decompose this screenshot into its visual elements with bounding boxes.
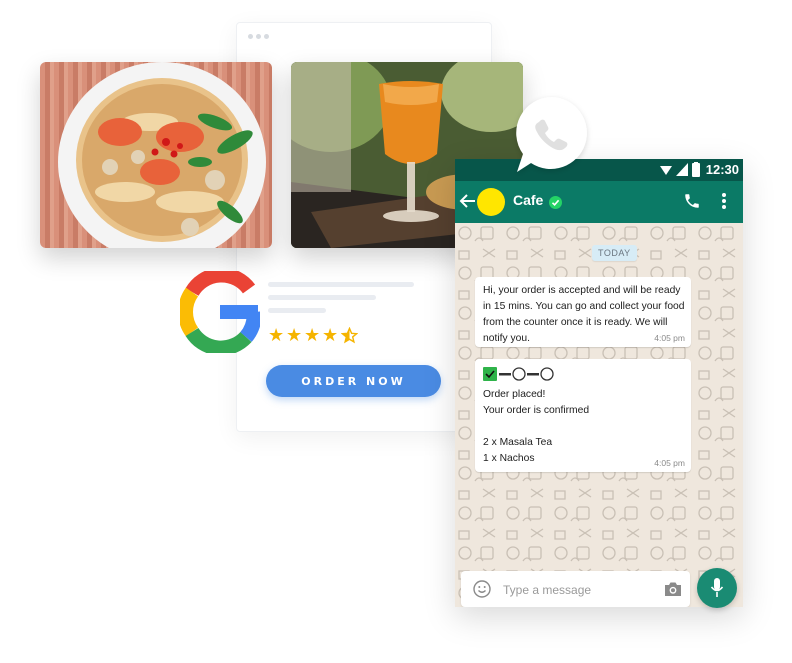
message-time: 4:05 pm [654,458,685,468]
whatsapp-phone-icon [516,97,587,172]
star-icon: ★ [268,325,285,345]
camera-icon[interactable] [664,581,682,597]
window-dot [248,34,253,39]
half-star-icon [341,327,358,344]
battery-icon [692,162,700,177]
order-progress-tracker [483,367,554,381]
emoji-icon[interactable] [473,580,491,598]
chat-header: Cafe [455,181,743,223]
mic-button[interactable] [697,568,737,608]
status-bar: 12:30 [455,159,743,181]
mic-icon [710,578,724,597]
order-now-button[interactable]: ORDER NOW [266,365,441,397]
verified-icon [549,196,562,209]
message-time: 4:05 pm [654,333,685,343]
star-icon: ★ [322,325,339,345]
star-icon: ★ [286,325,303,345]
message-input-bar [461,571,690,607]
status-time: 12:30 [705,162,739,177]
menu-icon[interactable] [721,192,727,210]
google-logo-icon [180,271,260,353]
window-dot [264,34,269,39]
star-icon: ★ [304,325,321,345]
checkbox-icon [483,367,497,381]
call-icon[interactable] [683,192,701,210]
message-bubble: Hi, your order is accepted and will be r… [475,277,691,347]
wifi-icon [660,166,672,175]
date-chip: TODAY [592,245,637,261]
contact-name[interactable]: Cafe [513,192,543,208]
phone-mockup: 12:30 Cafe TODAY Hi, your order is accep… [455,159,743,607]
back-arrow-icon[interactable] [459,191,477,211]
soup-photo [40,62,272,248]
contact-avatar[interactable] [477,188,505,216]
message-text: Order placed! Your order is confirmed 2 … [483,389,590,464]
signal-icon [676,163,688,176]
window-dot [256,34,261,39]
message-input[interactable] [501,579,655,601]
message-bubble: Order placed! Your order is confirmed 2 … [475,359,691,472]
